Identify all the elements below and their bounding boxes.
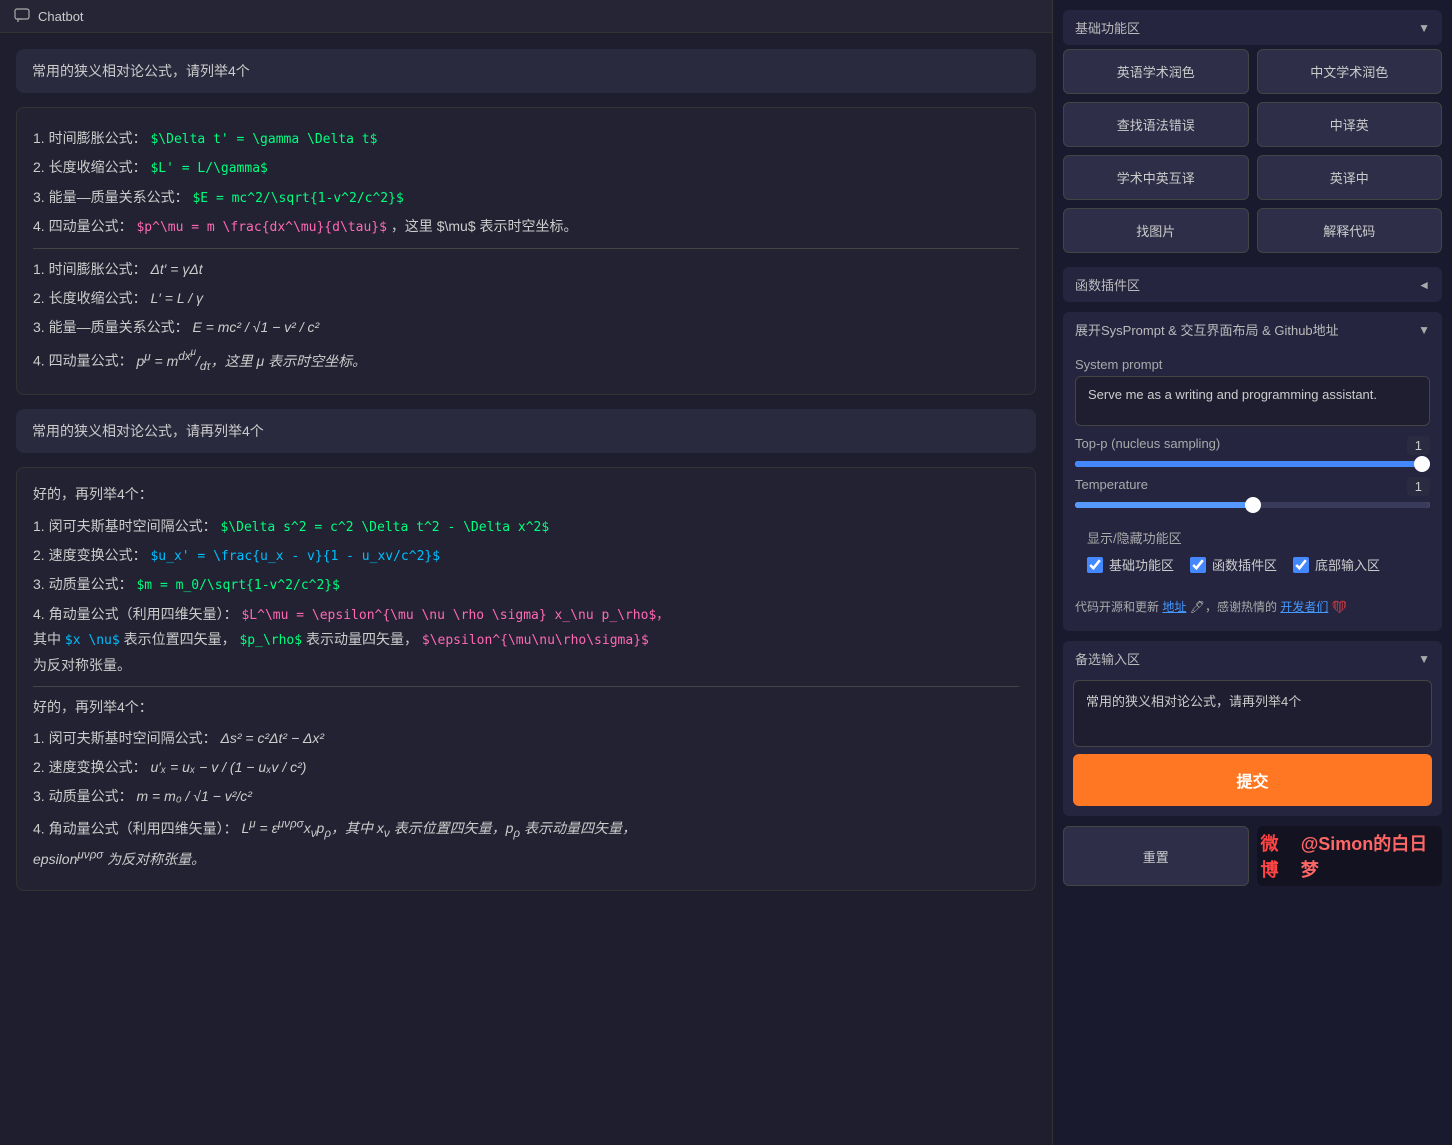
reset-button[interactable]: 重置 — [1063, 826, 1249, 886]
alt-input-header[interactable]: 备选输入区 ▼ — [1063, 641, 1442, 676]
btn-explain-code[interactable]: 解释代码 — [1257, 208, 1443, 253]
btn-grammar-check[interactable]: 查找语法错误 — [1063, 102, 1249, 147]
checkbox-basic-label: 基础功能区 — [1109, 555, 1174, 574]
alt-input-title: 备选输入区 — [1075, 649, 1140, 668]
visibility-title: 显示/隐藏功能区 — [1087, 528, 1418, 547]
alt-input-textarea[interactable] — [1073, 680, 1432, 747]
checkbox-plugin[interactable]: 函数插件区 — [1190, 555, 1277, 574]
temperature-label: Temperature — [1075, 477, 1148, 492]
visibility-section: 显示/隐藏功能区 基础功能区 函数插件区 底部输入区 — [1075, 518, 1430, 584]
checkbox-plugin-input[interactable] — [1190, 557, 1206, 573]
top-p-value: 1 — [1407, 436, 1430, 455]
contributors-link[interactable]: 开发者们 — [1280, 600, 1328, 614]
chat-area[interactable]: 常用的狭义相对论公式，请列举4个 1. 时间膨胀公式： $\Delta t' =… — [0, 33, 1052, 1145]
user-message-2: 常用的狭义相对论公式，请再列举4个 — [16, 409, 1036, 453]
top-p-group: Top-p (nucleus sampling) 1 — [1075, 436, 1430, 467]
right-panel: 基础功能区 ▼ 英语学术润色 中文学术润色 查找语法错误 中译英 学术中英互译 … — [1052, 0, 1452, 1145]
top-p-label: Top-p (nucleus sampling) — [1075, 436, 1220, 451]
alt-input-section: 备选输入区 ▼ 提交 — [1063, 641, 1442, 816]
sysprompt-header[interactable]: 展开SysPrompt & 交互界面布局 & Github地址 ▼ — [1063, 312, 1442, 347]
user-message-1: 常用的狭义相对论公式，请列举4个 — [16, 49, 1036, 93]
assistant-message-1: 1. 时间膨胀公式： $\Delta t' = \gamma \Delta t$… — [16, 107, 1036, 395]
btn-chinese-polish[interactable]: 中文学术润色 — [1257, 49, 1443, 94]
heart-icon: ❤ — [1332, 600, 1347, 614]
chat-panel: Chatbot 常用的狭义相对论公式，请列举4个 1. 时间膨胀公式： $\De… — [0, 0, 1052, 1145]
submit-button[interactable]: 提交 — [1073, 754, 1432, 806]
checkbox-bottom-input[interactable] — [1293, 557, 1309, 573]
basic-functions-section: 基础功能区 ▼ 英语学术润色 中文学术润色 查找语法错误 中译英 学术中英互译 … — [1063, 10, 1442, 257]
sysprompt-content: System prompt Serve me as a writing and … — [1063, 347, 1442, 631]
temperature-value: 1 — [1407, 477, 1430, 496]
btn-zh-to-en[interactable]: 中译英 — [1257, 102, 1443, 147]
plugin-section[interactable]: 函数插件区 ◄ — [1063, 267, 1442, 302]
btn-find-image[interactable]: 找图片 — [1063, 208, 1249, 253]
btn-en-to-zh[interactable]: 英译中 — [1257, 155, 1443, 200]
checkbox-bottom-label: 底部输入区 — [1315, 555, 1380, 574]
checkbox-bottom[interactable]: 底部输入区 — [1293, 555, 1380, 574]
basic-functions-grid: 英语学术润色 中文学术润色 查找语法错误 中译英 学术中英互译 英译中 找图片 … — [1063, 45, 1442, 257]
assistant-message-2: 好的，再列举4个： 1. 闵可夫斯基时空间隔公式： $\Delta s^2 = … — [16, 467, 1036, 890]
top-p-slider[interactable] — [1075, 461, 1430, 467]
checkbox-basic-input[interactable] — [1087, 557, 1103, 573]
chat-icon — [14, 8, 30, 24]
temperature-slider[interactable] — [1075, 502, 1430, 508]
plugin-arrow: ◄ — [1418, 278, 1430, 292]
sys-prompt-label: System prompt — [1075, 357, 1430, 372]
title-bar: Chatbot — [0, 0, 1052, 33]
sysprompt-section: 展开SysPrompt & 交互界面布局 & Github地址 ▼ System… — [1063, 312, 1442, 631]
btn-academic-translate[interactable]: 学术中英互译 — [1063, 155, 1249, 200]
temperature-group: Temperature 1 — [1075, 477, 1430, 508]
alt-input-arrow: ▼ — [1418, 652, 1430, 666]
btn-english-polish[interactable]: 英语学术润色 — [1063, 49, 1249, 94]
weibo-icon: 微博 — [1261, 830, 1295, 882]
sys-prompt-value[interactable]: Serve me as a writing and programming as… — [1075, 376, 1430, 426]
basic-functions-arrow: ▼ — [1418, 21, 1430, 35]
plugin-section-title: 函数插件区 — [1075, 275, 1140, 294]
sys-prompt-group: System prompt Serve me as a writing and … — [1075, 357, 1430, 426]
app-title: Chatbot — [38, 9, 84, 24]
link-row: 代码开源和更新 地址 🖊，感谢热情的 开发者们 ❤ — [1075, 594, 1430, 621]
source-link[interactable]: 地址 — [1162, 600, 1186, 614]
checkbox-basic[interactable]: 基础功能区 — [1087, 555, 1174, 574]
basic-functions-title: 基础功能区 — [1075, 18, 1140, 37]
checkbox-row: 基础功能区 函数插件区 底部输入区 — [1087, 555, 1418, 574]
alt-input-content: 提交 — [1063, 676, 1442, 816]
bottom-buttons-row: 重置 微博 @Simon的白日梦 — [1063, 826, 1442, 886]
sysprompt-title: 展开SysPrompt & 交互界面布局 & Github地址 — [1075, 320, 1339, 339]
checkbox-plugin-label: 函数插件区 — [1212, 555, 1277, 574]
basic-functions-header[interactable]: 基础功能区 ▼ — [1063, 10, 1442, 45]
sysprompt-arrow: ▼ — [1418, 323, 1430, 337]
watermark: 微博 @Simon的白日梦 — [1257, 826, 1443, 886]
